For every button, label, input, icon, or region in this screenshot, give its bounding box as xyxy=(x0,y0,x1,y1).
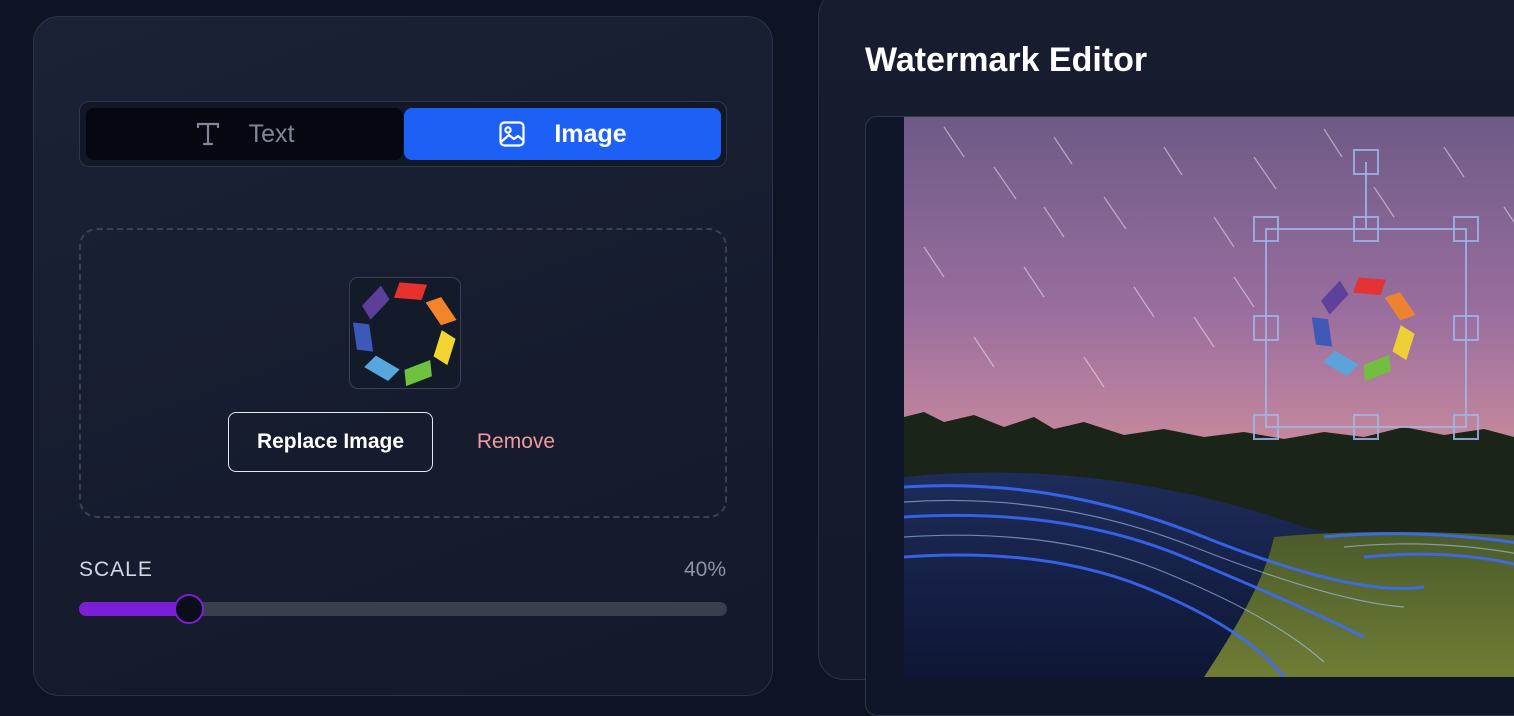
editor-canvas xyxy=(865,116,1514,716)
image-icon xyxy=(498,120,526,148)
mode-toggle: Text Image xyxy=(79,101,727,167)
image-dropzone[interactable]: Replace Image Remove xyxy=(79,228,727,518)
watermark-thumbnail xyxy=(349,277,461,389)
tab-image[interactable]: Image xyxy=(404,108,721,160)
editor-panel: Watermark Editor xyxy=(818,0,1514,716)
tab-text[interactable]: Text xyxy=(86,108,403,160)
scale-label: SCALE xyxy=(79,558,153,581)
rainbow-logo-icon xyxy=(352,282,457,387)
tab-text-label: Text xyxy=(248,119,295,148)
tab-image-label: Image xyxy=(554,119,627,148)
replace-image-button[interactable]: Replace Image xyxy=(228,412,433,472)
scale-slider-thumb[interactable] xyxy=(174,594,205,624)
scale-slider[interactable] xyxy=(79,594,727,624)
text-type-icon xyxy=(195,121,221,147)
scale-value: 40% xyxy=(683,558,726,581)
settings-panel: Text Image Replace Image Remove SCALE 40… xyxy=(33,16,773,696)
preview-photo xyxy=(904,117,1514,677)
remove-image-button[interactable]: Remove xyxy=(461,412,571,472)
editor-title: Watermark Editor xyxy=(865,41,1148,79)
scale-slider-fill xyxy=(79,602,190,616)
